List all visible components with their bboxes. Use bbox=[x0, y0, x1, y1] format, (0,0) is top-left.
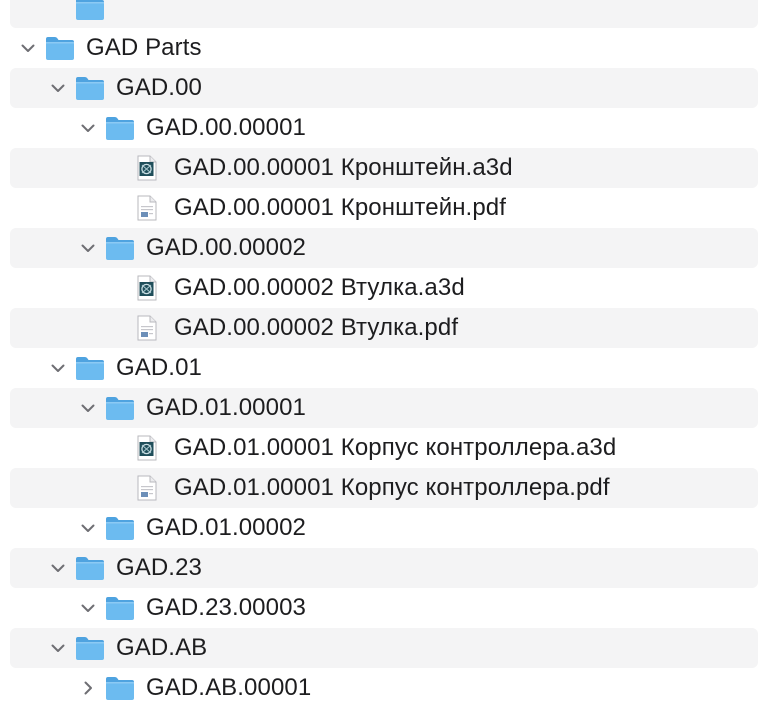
folder-name: GAD.23 bbox=[116, 554, 202, 581]
file-name: GAD.01.00001 Корпус контроллера.a3d bbox=[174, 434, 617, 461]
folder-name: GAD.AB.00001 bbox=[146, 674, 312, 701]
folder-row[interactable]: GAD.01.00001 bbox=[10, 388, 758, 428]
folder-icon bbox=[104, 514, 136, 542]
folder-name: GAD.00.00001 bbox=[146, 114, 306, 141]
folder-row[interactable]: GAD.01.00002 bbox=[10, 508, 758, 548]
folder-name: GAD.01 bbox=[116, 354, 202, 381]
folder-name: GAD Parts bbox=[86, 34, 202, 61]
a3d-file-icon bbox=[136, 435, 158, 461]
file-name: GAD.01.00001 Корпус контроллера.pdf bbox=[174, 474, 610, 501]
a3d-file-icon bbox=[136, 155, 158, 181]
folder-icon bbox=[74, 74, 106, 102]
chevron-down-icon[interactable] bbox=[48, 358, 68, 378]
folder-name: GAD.00 bbox=[116, 74, 202, 101]
folder-icon bbox=[74, 0, 106, 22]
folder-name: GAD.23.00003 bbox=[146, 594, 306, 621]
folder-icon bbox=[44, 34, 76, 62]
chevron-down-icon[interactable] bbox=[78, 118, 98, 138]
chevron-down-icon[interactable] bbox=[78, 518, 98, 538]
folder-row[interactable]: GAD Parts bbox=[10, 28, 758, 68]
folder-icon bbox=[74, 634, 106, 662]
folder-row[interactable]: GAD.AB bbox=[10, 628, 758, 668]
chevron-down-icon[interactable] bbox=[48, 558, 68, 578]
file-row[interactable]: GAD.00.00001 Кронштейн.pdf bbox=[10, 188, 758, 228]
chevron-down-icon[interactable] bbox=[18, 38, 38, 58]
a3d-file-icon bbox=[136, 275, 158, 301]
folder-name: GAD.01.00002 bbox=[146, 514, 306, 541]
file-row[interactable]: GAD.00.00001 Кронштейн.a3d bbox=[10, 148, 758, 188]
chevron-down-icon[interactable] bbox=[78, 238, 98, 258]
file-name: GAD.00.00001 Кронштейн.pdf bbox=[174, 194, 506, 221]
folder-icon bbox=[104, 394, 136, 422]
folder-row[interactable]: GAD.23 bbox=[10, 548, 758, 588]
file-name: GAD.00.00002 Втулка.pdf bbox=[174, 314, 459, 341]
chevron-right-icon[interactable] bbox=[78, 678, 98, 698]
file-row[interactable]: GAD.00.00002 Втулка.pdf bbox=[10, 308, 758, 348]
chevron-down-icon[interactable] bbox=[48, 638, 68, 658]
folder-icon bbox=[104, 594, 136, 622]
folder-row[interactable]: GAD.00 bbox=[10, 68, 758, 108]
folder-name: GAD.01.00001 bbox=[146, 394, 306, 421]
folder-row[interactable]: GAD.AB.00001 bbox=[10, 668, 758, 708]
folder-icon bbox=[74, 354, 106, 382]
chevron-down-icon[interactable] bbox=[78, 598, 98, 618]
file-row[interactable]: GAD.00.00002 Втулка.a3d bbox=[10, 268, 758, 308]
chevron-down-icon[interactable] bbox=[48, 78, 68, 98]
pdf-file-icon bbox=[136, 315, 158, 341]
file-name: GAD.00.00002 Втулка.a3d bbox=[174, 274, 465, 301]
pdf-file-icon bbox=[136, 475, 158, 501]
folder-name: GAD.AB bbox=[116, 634, 208, 661]
file-row[interactable]: GAD.01.00001 Корпус контроллера.pdf bbox=[10, 468, 758, 508]
file-name: GAD.00.00001 Кронштейн.a3d bbox=[174, 154, 513, 181]
folder-row[interactable]: GAD.00.00001 bbox=[10, 108, 758, 148]
folder-icon bbox=[104, 674, 136, 702]
pdf-file-icon bbox=[136, 195, 158, 221]
folder-row[interactable]: GAD.23.00003 bbox=[10, 588, 758, 628]
folder-row[interactable]: GAD.01 bbox=[10, 348, 758, 388]
folder-name: GAD.00.00002 bbox=[146, 234, 306, 261]
folder-icon bbox=[104, 114, 136, 142]
folder-icon bbox=[104, 234, 136, 262]
folder-icon bbox=[74, 554, 106, 582]
folder-row[interactable] bbox=[10, 0, 758, 28]
folder-row[interactable]: GAD.00.00002 bbox=[10, 228, 758, 268]
chevron-down-icon[interactable] bbox=[78, 398, 98, 418]
file-row[interactable]: GAD.01.00001 Корпус контроллера.a3d bbox=[10, 428, 758, 468]
